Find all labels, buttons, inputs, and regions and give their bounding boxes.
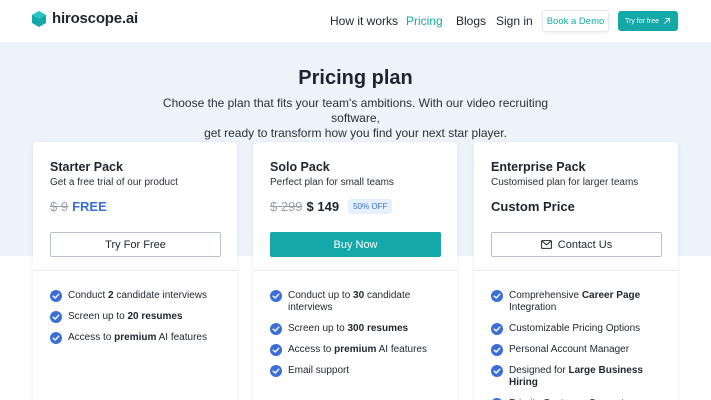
buy-now-button[interactable]: Buy Now (270, 232, 441, 257)
subtitle-line-2: get ready to transform how you find your… (204, 126, 507, 140)
feature-text-bold: 20 resumes (127, 311, 183, 322)
feature-item: Access to premium AI features (270, 344, 450, 356)
feature-text-regular: Personal Account Manager (509, 344, 630, 355)
price-current: FREE (72, 199, 107, 214)
feature-text: Access to premium AI features (288, 344, 427, 356)
top-navigation: hiroscope.ai How it works Pricing Blogs … (0, 0, 711, 42)
nav-how-it-works[interactable]: How it works (330, 14, 398, 28)
plan-description: Customised plan for larger teams (491, 177, 639, 188)
plan-price: Custom Price (491, 199, 575, 214)
feature-text: Screen up to 20 resumes (68, 311, 183, 323)
nav-sign-in[interactable]: Sign in (496, 14, 533, 28)
feature-item: Comprehensive Career Page Integration (491, 290, 671, 314)
book-demo-button[interactable]: Book a Demo (542, 10, 609, 32)
check-circle-icon (491, 344, 503, 356)
feature-list: Comprehensive Career Page Integration Cus… (491, 290, 671, 400)
discount-badge: 50% OFF (348, 199, 393, 214)
check-circle-icon (50, 332, 62, 344)
plan-price: $ 9 FREE (50, 199, 107, 214)
subtitle-line-1: Choose the plan that fits your team's am… (162, 96, 549, 125)
nav-pricing[interactable]: Pricing (406, 14, 443, 28)
feature-text: Personal Account Manager (509, 344, 629, 356)
feature-text-regular: Access to (288, 344, 335, 355)
feature-text-regular: candidate interviews (113, 290, 207, 301)
feature-text-bold: 30 (353, 290, 365, 301)
check-circle-icon (491, 365, 503, 377)
check-circle-icon (491, 323, 503, 335)
hexagon-logo-icon (32, 10, 46, 27)
arrow-up-right-icon (664, 18, 670, 24)
nav-blogs[interactable]: Blogs (456, 14, 486, 28)
feature-text-regular: Access to (68, 332, 115, 343)
plan-price: $ 299 $ 149 50% OFF (270, 199, 393, 214)
feature-item: Access to premium AI features (50, 332, 230, 344)
feature-text: Conduct 2 candidate interviews (68, 290, 207, 302)
feature-text-regular: Conduct up to (288, 290, 354, 301)
feature-text-regular: AI features (376, 344, 427, 355)
price-current: $ 149 (306, 199, 340, 214)
feature-text-regular: Integration (509, 302, 557, 313)
feature-text-bold: Career Page (581, 290, 641, 301)
plan-name: Starter Pack (50, 160, 123, 174)
try-for-free-button[interactable]: Try For Free (50, 232, 221, 257)
feature-list: Conduct 2 candidate interviews Screen up … (50, 290, 230, 353)
check-circle-icon (491, 290, 503, 302)
try-free-label: Try for free (625, 17, 659, 25)
feature-item: Screen up to 300 resumes (270, 323, 450, 335)
feature-text-bold: premium (114, 332, 157, 343)
feature-text-bold: 300 resumes (347, 323, 409, 334)
price-custom: Custom Price (491, 199, 575, 214)
check-circle-icon (270, 344, 282, 356)
card-divider (33, 270, 237, 271)
feature-text-regular: Screen up to (288, 323, 348, 334)
feature-text-bold: premium (334, 344, 377, 355)
feature-text-regular: AI features (156, 332, 207, 343)
check-circle-icon (270, 290, 282, 302)
feature-list: Conduct up to 30 candidate interviews Scr… (270, 290, 450, 386)
contact-us-label: Contact Us (557, 238, 613, 251)
price-original: $ 299 (270, 199, 303, 214)
feature-text: Conduct up to 30 candidate interviews (288, 290, 450, 314)
plan-description: Perfect plan for small teams (270, 177, 394, 188)
feature-text-regular: Conduct (68, 290, 109, 301)
card-divider (474, 270, 678, 271)
feature-item: Email support (270, 365, 450, 377)
feature-text-regular: Designed for (509, 365, 569, 376)
check-circle-icon (50, 290, 62, 302)
feature-text-regular: Comprehensive (509, 290, 582, 301)
plan-card-starter: Starter Pack Get a free trial of our pro… (33, 142, 237, 400)
card-divider (253, 270, 457, 271)
feature-item: Conduct 2 candidate interviews (50, 290, 230, 302)
feature-text: Email support (288, 365, 349, 377)
feature-text-regular: Customizable Pricing Options (509, 323, 641, 334)
check-circle-icon (50, 311, 62, 323)
mail-icon (540, 240, 552, 249)
brand-name: hiroscope.ai (52, 10, 138, 27)
check-circle-icon (270, 323, 282, 335)
try-free-button[interactable]: Try for free (618, 11, 678, 31)
feature-text: Access to premium AI features (68, 332, 207, 344)
price-original: $ 9 (50, 199, 69, 214)
feature-text: Designed for Large Business Hiring (509, 365, 671, 389)
brand-logo[interactable]: hiroscope.ai (32, 10, 138, 27)
plan-card-enterprise: Enterprise Pack Customised plan for larg… (474, 142, 678, 400)
check-circle-icon (270, 365, 282, 377)
plan-description: Get a free trial of our product (50, 177, 178, 188)
feature-text: Comprehensive Career Page Integration (509, 290, 671, 314)
feature-text-regular: Email support (288, 365, 350, 376)
feature-text: Customizable Pricing Options (509, 323, 640, 335)
feature-item: Personal Account Manager (491, 344, 671, 356)
feature-text: Screen up to 300 resumes (288, 323, 408, 335)
feature-text-regular: Screen up to (68, 311, 128, 322)
plan-name: Solo Pack (270, 160, 330, 174)
plan-name: Enterprise Pack (491, 160, 586, 174)
page-subtitle: Choose the plan that fits your team's am… (140, 96, 571, 141)
feature-item: Conduct up to 30 candidate interviews (270, 290, 450, 314)
feature-item: Customizable Pricing Options (491, 323, 671, 335)
feature-item: Designed for Large Business Hiring (491, 365, 671, 389)
feature-item: Screen up to 20 resumes (50, 311, 230, 323)
contact-us-button[interactable]: Contact Us (491, 232, 662, 257)
plan-card-solo: Solo Pack Perfect plan for small teams $… (253, 142, 457, 400)
page-title: Pricing plan (298, 67, 413, 89)
